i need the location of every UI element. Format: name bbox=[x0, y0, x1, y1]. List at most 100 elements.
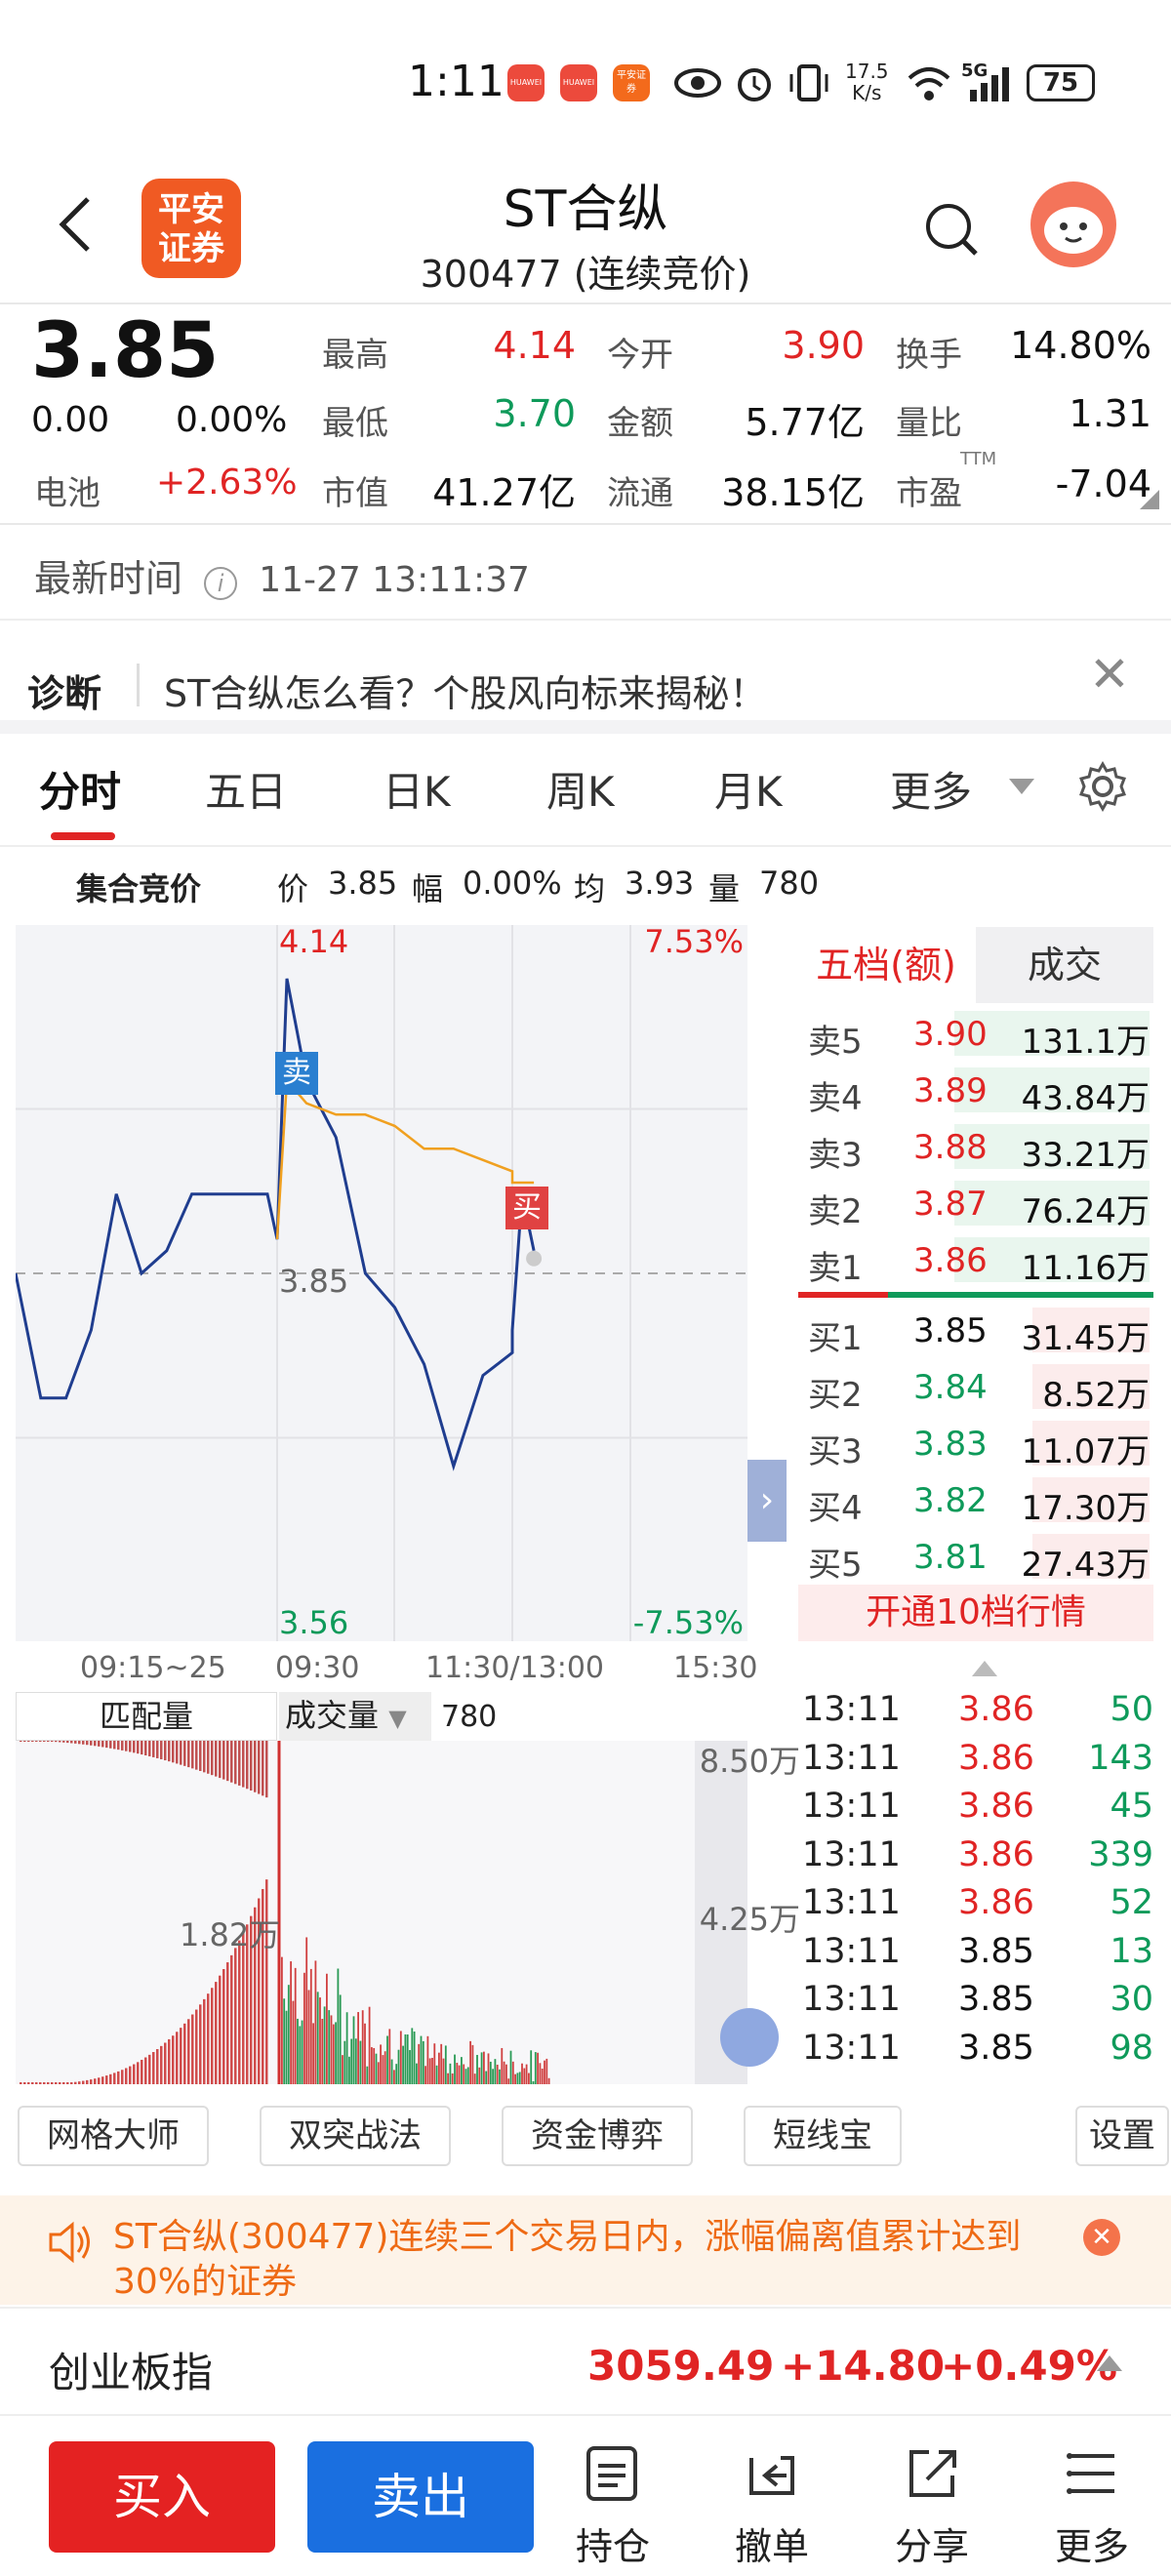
level-label: 卖3 bbox=[808, 1136, 863, 1175]
ask-row[interactable]: 卖1 3.86 11.16万 bbox=[808, 1231, 1150, 1288]
fund-game-button[interactable]: 资金博弈 bbox=[502, 2106, 693, 2166]
amount-label: 金额 bbox=[607, 404, 673, 443]
tick-row: 13:11 3.85 13 bbox=[802, 1930, 1153, 1977]
high-value: 4.14 bbox=[493, 324, 576, 367]
tick-row: 13:11 3.86 143 bbox=[802, 1737, 1153, 1784]
ask-list: 卖5 3.90 131.1万 卖4 3.89 43.84万 卖3 3.88 33.21万 卖2 3.… bbox=[798, 1005, 1153, 1298]
tick-time: 13:11 bbox=[802, 1834, 901, 1874]
expand-panel-icon[interactable]: › bbox=[747, 1460, 787, 1542]
tab-monthly-k[interactable]: 月K bbox=[714, 759, 783, 819]
ask-row[interactable]: 卖2 3.87 76.24万 bbox=[808, 1175, 1150, 1231]
info-icon[interactable]: i bbox=[204, 567, 238, 600]
net-speed: 17.5 K/s bbox=[845, 60, 889, 104]
level-price: 3.86 bbox=[913, 1241, 988, 1280]
upgrade-level10-button[interactable]: 开通10档行情 bbox=[798, 1585, 1153, 1641]
tick-price: 3.86 bbox=[958, 1883, 1034, 1922]
bid-row[interactable]: 买4 3.82 17.30万 bbox=[808, 1471, 1150, 1528]
double-break-button[interactable]: 双突战法 bbox=[260, 2106, 451, 2166]
tick-price: 3.85 bbox=[958, 1980, 1034, 2019]
diagnosis-banner[interactable]: ST合纵怎么看？个股风向标来揭秘！ bbox=[164, 664, 766, 717]
tick-time: 13:11 bbox=[802, 1738, 901, 1778]
ask-row[interactable]: 卖5 3.90 131.1万 bbox=[808, 1005, 1150, 1062]
buy-button[interactable]: 买入 bbox=[49, 2441, 275, 2553]
index-change: +14.80 bbox=[781, 2342, 946, 2390]
buy-marker[interactable]: 买 bbox=[505, 1187, 548, 1229]
close-notice-icon[interactable]: ✕ bbox=[1083, 2219, 1120, 2256]
wifi-icon bbox=[908, 67, 950, 101]
bid-row[interactable]: 买1 3.85 31.45万 bbox=[808, 1302, 1150, 1358]
bid-row[interactable]: 买5 3.81 27.43万 bbox=[808, 1528, 1150, 1585]
tab-five-day[interactable]: 五日 bbox=[205, 759, 287, 819]
bid-row[interactable]: 买2 3.84 8.52万 bbox=[808, 1358, 1150, 1415]
bid-list: 买1 3.85 31.45万 买2 3.84 8.52万 买3 3.83 11.07万 买4 3.8… bbox=[798, 1302, 1153, 1594]
index-change-pct: +0.49% bbox=[941, 2342, 1117, 2390]
chevron-down-icon[interactable] bbox=[1009, 779, 1034, 796]
short-term-button[interactable]: 短线宝 bbox=[744, 2106, 902, 2166]
nav-share[interactable]: 分享 bbox=[878, 2444, 986, 2570]
diagnosis-label: 诊断 bbox=[27, 672, 102, 715]
expand-corner-icon[interactable] bbox=[1140, 490, 1159, 509]
close-icon[interactable]: ✕ bbox=[1089, 646, 1130, 703]
tick-time: 13:11 bbox=[802, 1980, 901, 2019]
sell-button[interactable]: 卖出 bbox=[307, 2441, 534, 2553]
bid-row[interactable]: 买3 3.83 11.07万 bbox=[808, 1415, 1150, 1471]
tick-price: 3.86 bbox=[958, 1690, 1034, 1729]
level-amount: 27.43万 bbox=[1021, 1546, 1150, 1585]
auction-volume-bar bbox=[59, 2082, 61, 2084]
level-label: 卖5 bbox=[808, 1023, 863, 1062]
stock-code: 300477 (连续竞价) bbox=[420, 253, 751, 296]
ask-row[interactable]: 卖3 3.88 33.21万 bbox=[808, 1118, 1150, 1175]
nav-more[interactable]: 更多 bbox=[1038, 2444, 1146, 2570]
tick-row: 13:11 3.86 50 bbox=[802, 1688, 1153, 1735]
chevron-up-icon[interactable] bbox=[972, 1659, 997, 1676]
sector-label[interactable]: 电池 bbox=[34, 466, 101, 514]
signal-icon bbox=[970, 67, 1009, 101]
info-range: 0.00% bbox=[463, 865, 562, 902]
auction-volume-bar bbox=[23, 2082, 26, 2084]
nav-positions-label: 持仓 bbox=[575, 2525, 650, 2568]
info-avg-label: 均 bbox=[574, 870, 606, 907]
assistant-avatar[interactable] bbox=[1030, 181, 1116, 267]
y-min-label: 3.56 bbox=[279, 1604, 349, 1641]
tab-daily-k[interactable]: 日K bbox=[383, 759, 451, 819]
sell-marker[interactable]: 卖 bbox=[275, 1052, 318, 1095]
gear-icon[interactable] bbox=[1077, 761, 1128, 812]
open-label: 今开 bbox=[607, 336, 673, 375]
ask-row[interactable]: 卖4 3.89 43.84万 bbox=[808, 1062, 1150, 1118]
x-tick-label: 09:30 bbox=[275, 1651, 360, 1685]
tick-volume: 143 bbox=[1088, 1738, 1153, 1778]
turnover-value: 14.80% bbox=[1010, 324, 1151, 367]
expand-up-icon[interactable] bbox=[1097, 2354, 1122, 2371]
index-name[interactable]: 创业板指 bbox=[49, 2340, 213, 2399]
notice-text[interactable]: ST合纵(300477)连续三个交易日内，涨幅偏离值累计达到30%的证券 bbox=[113, 2215, 1070, 2305]
tick-row: 13:11 3.86 52 bbox=[802, 1881, 1153, 1928]
speaker-icon bbox=[49, 2221, 90, 2264]
latest-price-dot bbox=[526, 1250, 543, 1267]
latest-time: 最新时间 i 11-27 13:11:37 bbox=[34, 557, 530, 600]
tab-weekly-k[interactable]: 周K bbox=[546, 759, 615, 819]
turnover-label: 换手 bbox=[896, 336, 962, 375]
float-cap-value: 38.15亿 bbox=[721, 471, 865, 514]
tick-time: 13:11 bbox=[802, 1883, 901, 1922]
nav-cancel[interactable]: 撤单 bbox=[718, 2444, 826, 2570]
auction-volume-bar bbox=[20, 2082, 22, 2084]
nav-share-label: 分享 bbox=[894, 2525, 969, 2568]
volume-bar bbox=[507, 2078, 510, 2084]
level-label: 买4 bbox=[808, 1489, 863, 1528]
auction-volume-bar bbox=[66, 2082, 69, 2084]
market-cap-value: 41.27亿 bbox=[432, 471, 576, 514]
tab-trades[interactable]: 成交 bbox=[976, 927, 1153, 1003]
tick-time: 13:11 bbox=[802, 1787, 901, 1826]
level-amount: 17.30万 bbox=[1021, 1489, 1150, 1528]
tab-intraday[interactable]: 分时 bbox=[39, 759, 121, 819]
settings-button[interactable]: 设置 bbox=[1075, 2106, 1169, 2166]
grid-master-button[interactable]: 网格大师 bbox=[18, 2106, 209, 2166]
level-amount: 8.52万 bbox=[1042, 1376, 1150, 1415]
level-label: 卖4 bbox=[808, 1079, 863, 1118]
search-icon[interactable] bbox=[923, 201, 982, 260]
y-max-pct-label: 7.53% bbox=[644, 923, 744, 960]
tab-order-book[interactable]: 五档(额) bbox=[798, 927, 974, 1003]
undo-icon bbox=[749, 2456, 794, 2495]
tab-more[interactable]: 更多 bbox=[890, 759, 972, 819]
nav-positions[interactable]: 持仓 bbox=[559, 2444, 666, 2570]
